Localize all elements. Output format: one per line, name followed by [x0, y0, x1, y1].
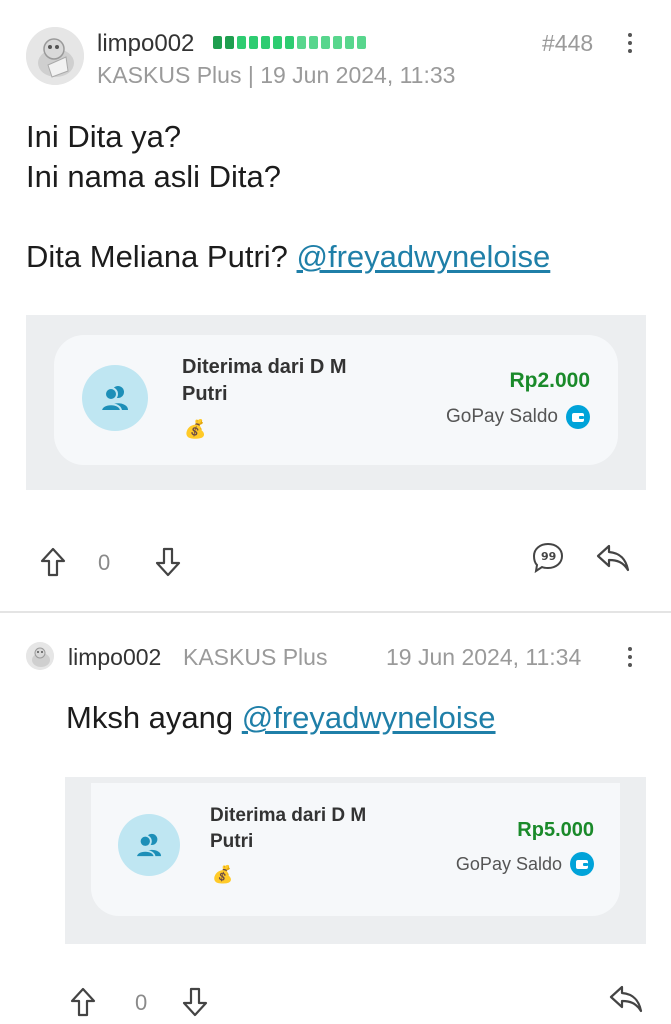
receipt-screenshot: Diterima dari D M Putri 💰 Rp2.000 GoPay … [26, 315, 646, 490]
wallet-label: GoPay Saldo [456, 852, 594, 876]
wallet-icon [566, 405, 590, 429]
comment-body: Mksh ayang @freyadwyneloise [66, 700, 496, 735]
money-bag-icon: 💰 [184, 419, 207, 439]
user-mention-link[interactable]: @freyadwyneloise [297, 239, 551, 274]
post-question: Dita Meliana Putri? [26, 239, 288, 274]
money-bag-icon: 💰 [212, 865, 234, 884]
reply-icon[interactable] [607, 981, 645, 1017]
receipt-amount: Rp5.000 [517, 819, 594, 841]
kebab-menu-icon[interactable] [625, 33, 635, 53]
post-line: Ini Dita ya? [26, 119, 182, 154]
receipt-title: Diterima dari D M Putri [182, 356, 347, 405]
avatar-image [26, 642, 54, 670]
user-mention-link[interactable]: @freyadwyneloise [242, 700, 496, 735]
post-body: Ini Dita ya? Ini nama asli Dita? Dita Me… [26, 117, 550, 277]
wallet-label: GoPay Saldo [446, 405, 590, 429]
receipt-screenshot: Diterima dari D M Putri 💰 Rp5.000 GoPay … [65, 777, 646, 944]
username[interactable]: limpo002 [97, 30, 194, 58]
receipt-card: Diterima dari D M Putri 💰 Rp2.000 GoPay … [54, 335, 618, 465]
avatar-image [26, 27, 84, 85]
reply-icon[interactable] [594, 540, 632, 576]
comment-timestamp: 19 Jun 2024, 11:34 [386, 644, 582, 670]
user-badge: KASKUS Plus [183, 644, 328, 670]
users-icon [118, 814, 180, 876]
post-meta: KASKUS Plus | 19 Jun 2024, 11:33 [97, 62, 456, 88]
downvote-icon[interactable] [153, 545, 183, 579]
user-avatar[interactable] [26, 642, 54, 670]
username[interactable]: limpo002 [68, 644, 161, 671]
receipt-amount: Rp2.000 [509, 369, 590, 392]
downvote-icon[interactable] [180, 985, 210, 1019]
comment-reply: limpo002 KASKUS Plus 19 Jun 2024, 11:34 … [0, 613, 671, 1024]
receipt-card: Diterima dari D M Putri 💰 Rp5.000 GoPay … [91, 783, 620, 916]
upvote-icon[interactable] [68, 985, 98, 1019]
post-448: limpo002 KASKUS Plus | 19 Jun 2024, 11:3… [0, 0, 671, 611]
wallet-icon [570, 852, 594, 876]
user-avatar[interactable] [26, 27, 84, 85]
vote-count: 0 [135, 990, 148, 1015]
post-line: Ini nama asli Dita? [26, 159, 282, 194]
vote-count: 0 [98, 550, 111, 575]
post-number: #448 [542, 30, 594, 56]
kebab-menu-icon[interactable] [625, 647, 635, 667]
receipt-title: Diterima dari D M Putri [210, 805, 367, 852]
svg-text:99: 99 [541, 550, 556, 563]
upvote-icon[interactable] [38, 545, 68, 579]
quote-icon[interactable]: 99 [530, 540, 566, 576]
reputation-bar [213, 36, 366, 49]
users-icon [82, 365, 148, 431]
